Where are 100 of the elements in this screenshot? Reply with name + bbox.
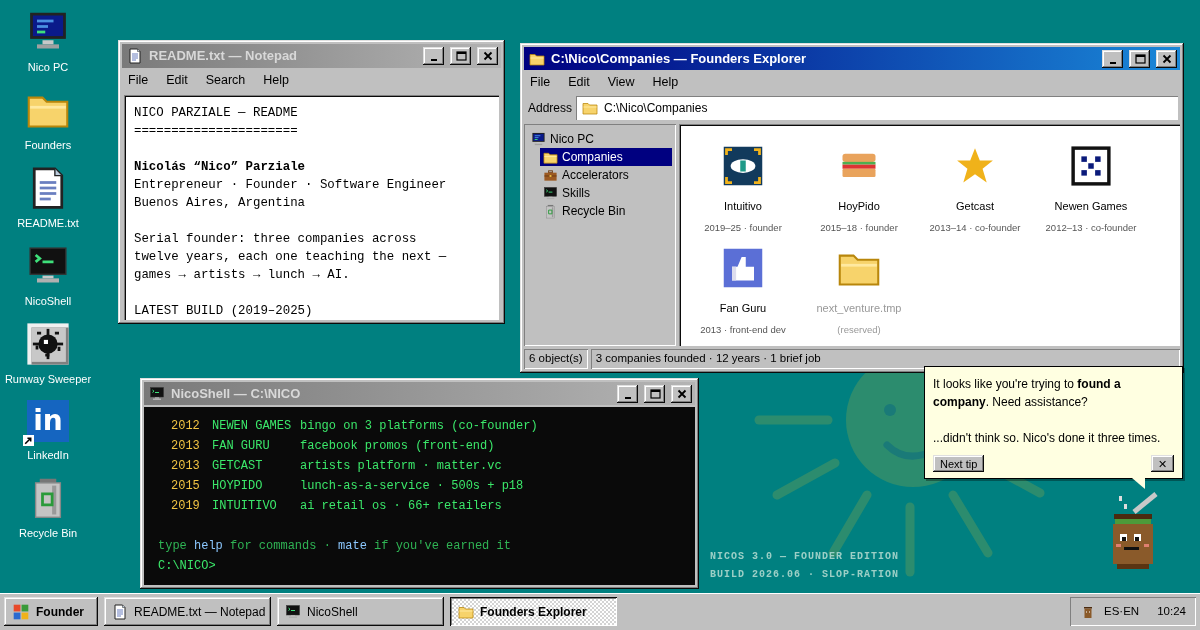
shortcut-arrow-icon [23, 435, 34, 446]
command-prompt[interactable]: C:\NICO> [158, 556, 681, 576]
minimize-button[interactable] [423, 47, 444, 65]
status-text: 3 companies founded · 12 years · 1 brief job [590, 349, 1180, 369]
file-detail: 2019–25 · founder [704, 220, 782, 235]
maximize-icon [454, 51, 467, 61]
hint-text: type help for commands · mate if you've earned it [158, 538, 512, 555]
text-area[interactable] [124, 94, 499, 320]
window-title: README.txt — Notepad [149, 47, 299, 66]
maximize-button[interactable] [1129, 49, 1150, 68]
maximize-button[interactable] [450, 47, 471, 65]
icon-label[interactable]: Founders [24, 138, 72, 153]
text-line: NICO PARZIALE — README [134, 104, 299, 122]
close-icon [675, 388, 688, 399]
taskbar-button[interactable]: NicoShell [277, 597, 444, 626]
menu-item[interactable]: Edit [166, 71, 188, 90]
address-field[interactable]: C:\Nico\Companies [576, 96, 1178, 120]
wallpaper-caption: NICOS 3.0 — FOUNDER EDITION [709, 550, 899, 564]
file-name[interactable]: HoyPido [838, 198, 880, 215]
minimize-button[interactable] [1102, 49, 1123, 68]
tree-item[interactable]: Recycle Bin [540, 202, 672, 220]
close-button[interactable] [1156, 49, 1177, 68]
taskbar-button[interactable]: Founders Explorer [450, 597, 617, 626]
text-line: ====================== [134, 122, 299, 140]
menu-item[interactable]: Help [263, 71, 290, 90]
icon-label[interactable]: Nico PC [27, 60, 69, 75]
language-indicator[interactable]: ES·EN [1104, 602, 1140, 621]
file-name[interactable]: Newen Games [1054, 198, 1128, 215]
terminal-icon [149, 385, 165, 402]
company-name: INTUITIVO [212, 498, 278, 515]
dice-icon[interactable] [1069, 144, 1113, 188]
company-name: FAN GURU [212, 438, 271, 455]
text-line: Buenos Aires, Argentina [134, 194, 307, 212]
text-line: LATEST BUILD (2019–2025) [134, 302, 314, 320]
close-icon [481, 51, 494, 61]
window-title: NicoShell — C:\NICO [171, 384, 302, 403]
menu-item[interactable]: File [530, 73, 551, 92]
trash-can-icon [543, 203, 558, 219]
company-description: lunch-as-a-service · 500s + p18 [300, 478, 525, 495]
close-button[interactable] [671, 384, 692, 403]
file-detail: 2012–13 · co-founder [1045, 220, 1137, 235]
folder-icon [582, 100, 599, 116]
tip-text: It looks like you're trying to found a company. Need assistance? [933, 376, 1122, 411]
close-button[interactable] [477, 47, 498, 65]
menu-item[interactable]: Help [652, 73, 679, 92]
tip-text: ...didn't think so. Nico's done it three times. [933, 430, 1162, 447]
start-icon [12, 602, 30, 621]
year-text: 2013 [171, 458, 201, 475]
mine-icon[interactable] [26, 322, 70, 366]
computer-icon [531, 131, 546, 147]
close-button[interactable]: ✕ [1151, 455, 1174, 472]
company-description: artists platform · matter.vc [300, 458, 503, 475]
maximize-button[interactable] [644, 384, 665, 403]
icon-label[interactable]: Recycle Bin [18, 526, 78, 541]
minimize-icon [430, 59, 437, 61]
menu-item[interactable]: View [607, 73, 635, 92]
icon-label[interactable]: Runway Sweeper [4, 372, 92, 387]
icon-label[interactable]: LinkedIn [27, 448, 69, 463]
tree-item[interactable]: Nico PC [528, 130, 672, 148]
icon-label[interactable]: README.txt [17, 216, 79, 231]
icon-label[interactable]: NicoShell [24, 294, 72, 309]
terminal-icon [285, 603, 301, 620]
file-name[interactable]: Intuitivo [724, 198, 762, 215]
text-line: games → artists → lunch → AI. [134, 266, 351, 284]
tree-item[interactable]: Accelerators [540, 166, 672, 184]
tree-item[interactable]: Companies [540, 148, 672, 166]
menu-item[interactable]: File [128, 71, 149, 90]
thumbs-up-icon[interactable] [721, 246, 765, 290]
address-label: Address [528, 100, 573, 117]
maximize-icon [1133, 53, 1146, 64]
company-description: bingo on 3 platforms (co-founder) [300, 418, 539, 435]
text-line: Entrepreneur · Founder · Software Engineer [134, 176, 448, 194]
status-text: 6 object(s) [524, 349, 588, 369]
file-detail: 2013 · front-end dev [700, 322, 786, 337]
menu-item[interactable]: Edit [568, 73, 590, 92]
year-text: 2012 [171, 418, 201, 435]
year-text: 2015 [171, 478, 201, 495]
eye-icon[interactable] [721, 144, 765, 188]
wallpaper-caption: BUILD 2026.06 · SLOP-RATION [709, 568, 899, 582]
tree-item[interactable]: Skills [540, 184, 672, 202]
company-description: facebook promos (front-end) [300, 438, 496, 455]
start-button[interactable]: Founder [4, 597, 98, 626]
file-detail: (reserved) [837, 322, 881, 337]
file-name[interactable]: Getcast [956, 198, 994, 215]
minimize-icon [1109, 61, 1116, 64]
file-name[interactable]: Fan Guru [719, 300, 767, 317]
taskbar-button[interactable]: README.txt — Notepad [104, 597, 271, 626]
minimize-button[interactable] [617, 384, 638, 403]
maximize-icon [648, 388, 661, 399]
text-line: Nicolás “Nico” Parziale [134, 158, 307, 176]
minimize-icon [624, 396, 631, 399]
text-line: Serial founder: three companies across [134, 230, 418, 248]
file-detail: 2015–18 · founder [820, 220, 898, 235]
menu-item[interactable]: Search [205, 71, 246, 90]
terminal-icon [543, 185, 558, 201]
close-icon [1160, 53, 1173, 64]
next-tip-button[interactable]: Next tip [933, 455, 985, 472]
text-line: twelve years, each one teaching the next — [134, 248, 448, 266]
company-name: GETCAST [212, 458, 264, 475]
file-detail: 2013–14 · co-founder [929, 220, 1021, 235]
